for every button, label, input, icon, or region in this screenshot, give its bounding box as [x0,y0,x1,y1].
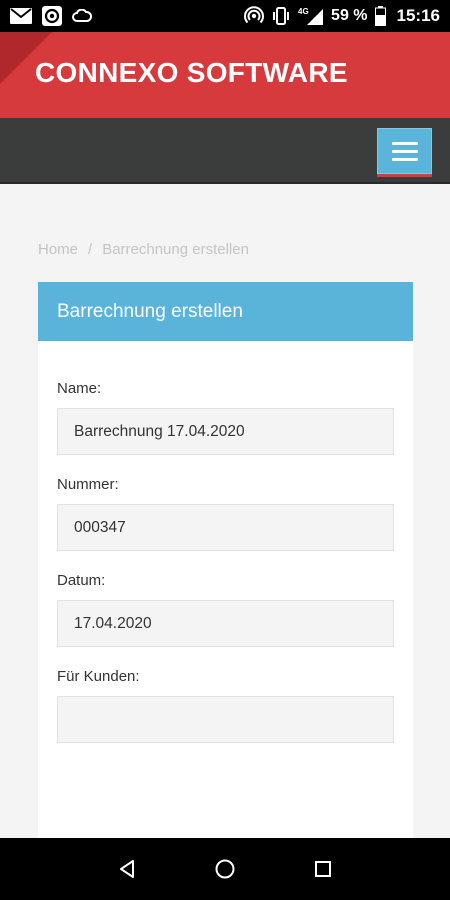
nav-bar [0,118,450,184]
gmail-icon [10,8,32,24]
customer-field[interactable] [57,696,394,743]
customer-label: Für Kunden: [57,668,140,685]
breadcrumb-home-link[interactable]: Home [38,241,78,258]
breadcrumb: Home / Barrechnung erstellen [38,241,249,258]
status-bar-left [10,6,92,26]
hamburger-icon-bar [391,149,418,153]
recents-icon [315,861,331,877]
brand-header: CONNEXO SOFTWARE [0,32,450,118]
system-nav-bar [0,838,450,900]
cloud-icon [72,9,92,23]
panel-title: Barrechnung erstellen [38,282,413,341]
breadcrumb-current: Barrechnung erstellen [102,241,249,258]
clock: 15:16 [396,6,440,25]
number-label: Nummer: [57,476,119,493]
form-body: Name: Nummer: Datum: Für Kunden: [38,380,413,900]
recents-button[interactable] [303,849,343,889]
hamburger-icon-bar [391,157,418,161]
home-button[interactable] [205,849,245,889]
date-label: Datum: [57,572,106,589]
breadcrumb-separator: / [88,241,93,258]
status-bar: 4G 59 % 15:16 [0,0,450,32]
signal-icon: 4G [298,6,324,26]
brand-logo-text[interactable]: CONNEXO SOFTWARE [35,57,348,89]
network-type: 4G [298,7,309,16]
back-button[interactable] [107,849,147,889]
form-panel: Barrechnung erstellen Name: Nummer: Datu… [38,282,413,900]
back-icon [120,860,134,878]
menu-toggle-button[interactable] [377,128,432,177]
home-icon [215,859,235,879]
hamburger-icon [391,141,418,145]
battery-icon [374,6,386,26]
number-field[interactable] [57,504,394,551]
app-icon [42,6,62,26]
vibrate-icon [271,6,291,26]
name-label: Name: [57,380,102,397]
date-field[interactable] [57,600,394,647]
name-field[interactable] [57,408,394,455]
battery-percent: 59 % [331,7,368,24]
hotspot-icon [244,6,265,26]
status-bar-right: 4G 59 % 15:16 [244,6,440,26]
